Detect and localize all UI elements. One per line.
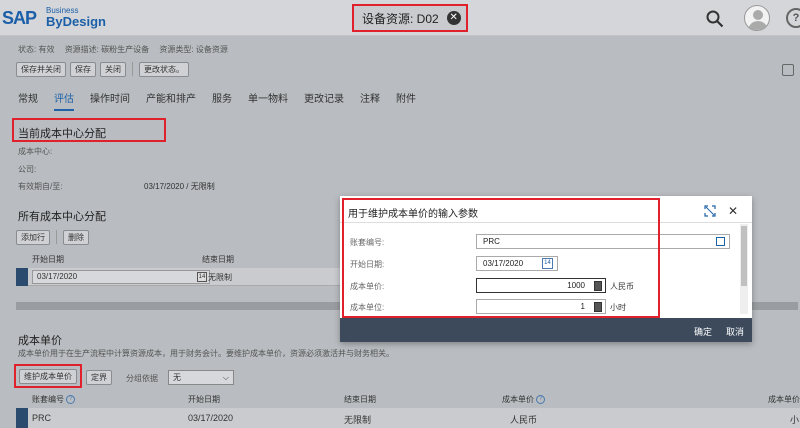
avatar-body <box>748 21 768 30</box>
cell-last: 小 <box>790 415 800 425</box>
cost-center-label: 成本中心: <box>18 147 53 156</box>
end-date-value: 无限制 <box>208 273 232 282</box>
group-by-label: 分组依据 <box>126 374 158 383</box>
search-icon[interactable] <box>706 10 724 28</box>
start-date-input[interactable]: 03/17/2020 14 <box>32 270 210 284</box>
avatar-head <box>753 10 763 20</box>
tab-notes[interactable]: 注释 <box>360 90 380 111</box>
calendar-icon[interactable]: 14 <box>197 272 207 282</box>
tab-valuation[interactable]: 评估 <box>54 90 74 111</box>
tab-capacity[interactable]: 产能和排产 <box>146 90 196 111</box>
window-title: 设备资源: D02 <box>362 11 439 26</box>
tab-attachments[interactable]: 附件 <box>396 90 416 111</box>
open-new-window-icon[interactable] <box>782 64 794 76</box>
toolbar-separator <box>56 230 57 244</box>
maintain-cost-rate-button[interactable]: 维护成本单价 <box>19 369 77 384</box>
toolbar-separator <box>132 62 133 76</box>
close-tab-icon[interactable]: ✕ <box>446 11 461 25</box>
col-set-number-label: 账套编号 <box>32 395 64 404</box>
cost-rate-description: 成本单价用于在生产流程中计算资源成本，用于财务会计。要维护成本单价，资源必须激活… <box>18 349 394 358</box>
cell-currency: 人民币 <box>510 415 538 425</box>
tab-bar: 常规 评估 操作时间 产能和排产 服务 单一物料 更改记录 注释 附件 <box>18 90 416 111</box>
cost-center-table-header: 开始日期 结束日期 <box>16 252 346 266</box>
cell-start-date: 03/17/2020 <box>188 413 234 423</box>
shell-bar: SAP Business ByDesign 设备资源: D02 ✕ ? <box>0 0 800 36</box>
save-button[interactable]: 保存 <box>70 62 96 77</box>
col-set-number: 账套编号 ? <box>32 394 76 405</box>
col-start-date: 开始日期 <box>32 255 64 264</box>
tab-individual-material[interactable]: 单一物料 <box>248 90 288 111</box>
col-cost-rate: 成本单价 ? <box>502 394 546 405</box>
row-selector[interactable] <box>16 408 28 428</box>
expand-icon[interactable] <box>704 205 716 217</box>
save-close-button[interactable]: 保存并关闭 <box>16 62 66 77</box>
resource-type-text: 资源类型: 设备资源 <box>159 45 228 54</box>
add-row-button[interactable]: 添加行 <box>16 230 50 245</box>
cell-set-number: PRC <box>32 413 52 423</box>
group-by-select[interactable]: 无 ⌵ <box>168 370 234 385</box>
logo-bydesign-text: ByDesign <box>46 14 106 29</box>
window-title-tab[interactable]: 设备资源: D02 ✕ <box>352 4 468 32</box>
ok-button[interactable]: 确定 <box>694 325 712 338</box>
col-end-date: 结束日期 <box>344 395 376 404</box>
dialog-scroll-thumb[interactable] <box>741 226 747 286</box>
delete-button[interactable]: 删除 <box>63 230 89 245</box>
cancel-button[interactable]: 取消 <box>726 325 744 338</box>
close-button[interactable]: 关闭 <box>100 62 126 77</box>
status-text: 状态: 有效 <box>18 45 55 54</box>
row-selector[interactable] <box>16 268 28 286</box>
value-help-icon[interactable] <box>716 237 725 246</box>
help-icon[interactable]: ? <box>66 395 76 405</box>
close-icon[interactable]: ✕ <box>728 204 738 218</box>
logo-sap-text: SAP <box>2 8 37 28</box>
main-toolbar: 保存并关闭 保存 关闭 更改状态。 <box>16 62 189 77</box>
col-cost-rate-2: 成本单价 <box>768 395 800 404</box>
group-by-value: 无 <box>173 373 181 382</box>
validity-value: 03/17/2020 / 无限制 <box>144 182 215 191</box>
table-row[interactable]: PRC 03/17/2020 无限制 人民币 小 <box>16 408 800 428</box>
all-cost-center-title: 所有成本中心分配 <box>18 211 106 223</box>
dialog-footer: 确定 取消 <box>340 318 752 342</box>
help-icon[interactable]: ? <box>536 395 546 405</box>
tab-operating-time[interactable]: 操作时间 <box>90 90 130 111</box>
resource-desc-text: 资源描述: 碳粉生产设备 <box>64 45 150 54</box>
boundary-button[interactable]: 定界 <box>86 370 112 385</box>
tab-general[interactable]: 常规 <box>18 90 38 111</box>
cost-center-toolbar: 添加行 删除 <box>16 230 89 245</box>
change-status-button[interactable]: 更改状态。 <box>139 62 189 77</box>
company-label: 公司: <box>18 165 37 174</box>
cell-end-date: 无限制 <box>344 415 372 425</box>
current-cost-center-title: 当前成本中心分配 <box>18 128 106 140</box>
chevron-down-icon: ⌵ <box>222 373 229 382</box>
object-info: 状态: 有效 资源描述: 碳粉生产设备 资源类型: 设备资源 <box>18 44 236 55</box>
user-avatar[interactable] <box>744 5 770 31</box>
tab-change-log[interactable]: 更改记录 <box>304 90 344 111</box>
validity-label: 有效期自/至: <box>18 182 63 191</box>
sap-logo: SAP Business ByDesign <box>2 6 110 30</box>
tab-service[interactable]: 服务 <box>212 90 232 111</box>
help-icon[interactable]: ? <box>786 8 800 28</box>
cost-rate-table-header: 账套编号 ? 开始日期 结束日期 成本单价 ? 成本单价 <box>16 392 800 406</box>
highlight-dialog <box>342 198 660 318</box>
col-start-date: 开始日期 <box>188 395 220 404</box>
col-end-date: 结束日期 <box>202 255 234 264</box>
start-date-value: 03/17/2020 <box>37 272 78 281</box>
table-row[interactable]: 03/17/2020 14 无限制 <box>16 268 346 286</box>
col-cost-rate-label: 成本单价 <box>502 395 534 404</box>
cost-rate-title: 成本单价 <box>18 335 62 347</box>
